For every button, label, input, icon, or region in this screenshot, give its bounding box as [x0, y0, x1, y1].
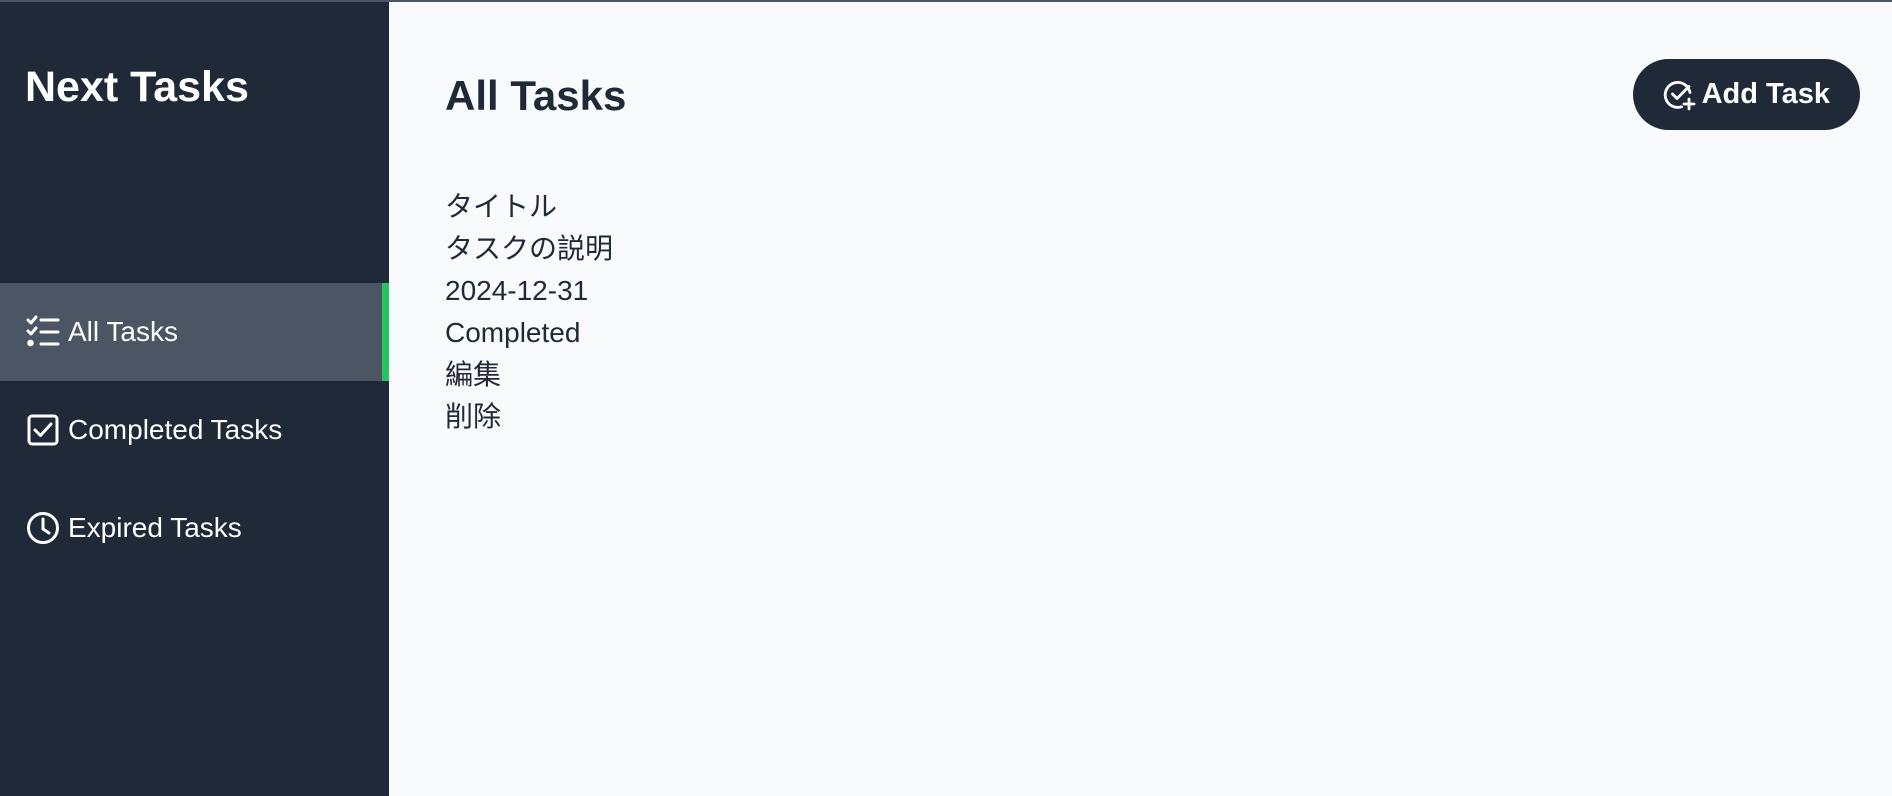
task-item: タイトル タスクの説明 2024-12-31 Completed 編集 削除	[445, 186, 613, 438]
sidebar: Next Tasks All Tasks Completed Tasks Exp…	[0, 2, 389, 796]
task-title: タイトル	[445, 191, 558, 222]
page-title: All Tasks	[445, 72, 627, 119]
add-task-button[interactable]: Add Task	[1632, 59, 1860, 130]
task-delete-button[interactable]: 削除	[445, 396, 613, 438]
sidebar-item-label: Expired Tasks	[68, 512, 242, 543]
task-edit-button[interactable]: 編集	[445, 354, 613, 396]
sidebar-item-all-tasks[interactable]: All Tasks	[0, 283, 389, 381]
task-description: タスクの説明	[445, 233, 614, 264]
clock-icon	[25, 510, 61, 546]
circle-check-plus-icon	[1663, 78, 1697, 112]
task-status: Completed	[445, 317, 581, 348]
sidebar-nav: All Tasks Completed Tasks Expired Tasks	[0, 283, 389, 577]
sidebar-item-label: All Tasks	[68, 316, 178, 347]
app-title: Next Tasks	[25, 63, 249, 111]
app-window: Next Tasks All Tasks Completed Tasks Exp…	[0, 0, 1892, 796]
task-due-date: 2024-12-31	[445, 275, 589, 306]
sidebar-item-expired-tasks[interactable]: Expired Tasks	[0, 479, 389, 577]
list-check-icon	[25, 314, 61, 350]
checkbox-icon	[25, 412, 61, 448]
add-task-button-label: Add Task	[1701, 78, 1830, 110]
sidebar-item-label: Completed Tasks	[68, 414, 283, 445]
sidebar-item-completed-tasks[interactable]: Completed Tasks	[0, 381, 389, 479]
main-content: All Tasks Add Task タイトル タスクの説明 2024-12-3…	[389, 2, 1892, 796]
